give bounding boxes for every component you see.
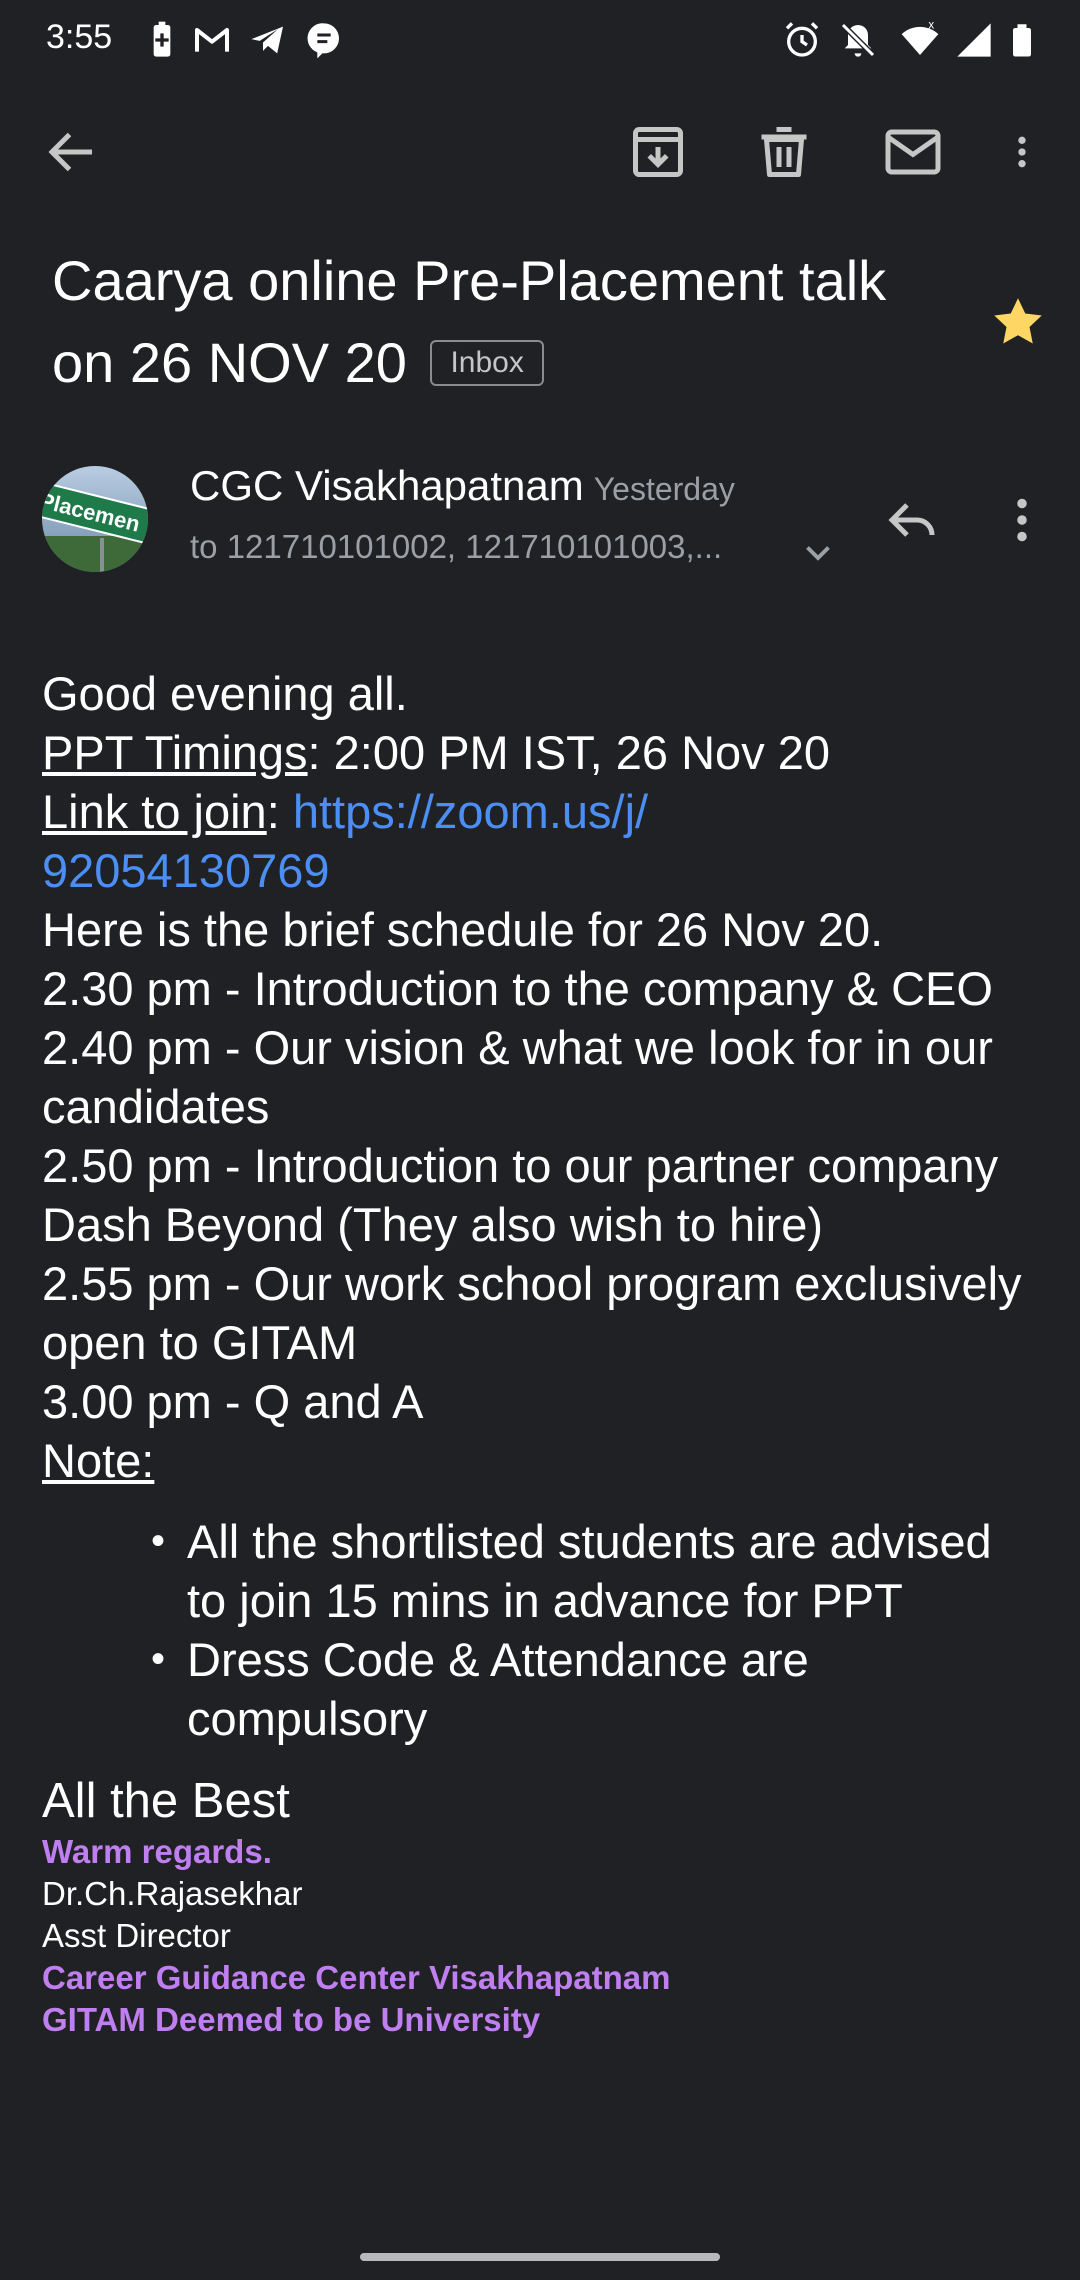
chat-bubble-icon	[307, 23, 339, 59]
sent-time: Yesterday	[593, 471, 735, 507]
notes-list: All the shortlisted students are advised…	[42, 1512, 1032, 1748]
more-vert-icon[interactable]	[1002, 122, 1042, 182]
recipients-summary[interactable]: to 121710101002, 121710101003,...	[190, 528, 722, 566]
inbox-label-chip[interactable]: Inbox	[430, 340, 544, 386]
schedule-item: 2.50 pm - Introduction to our partner co…	[42, 1139, 999, 1251]
ppt-timings-value: : 2:00 PM IST, 26 Nov 20	[307, 726, 831, 779]
note-label: Note:	[42, 1434, 155, 1487]
archive-icon[interactable]	[628, 122, 688, 182]
chevron-down-icon[interactable]	[800, 534, 836, 570]
gesture-nav-handle[interactable]	[360, 2253, 720, 2261]
sender-more-vert-icon[interactable]	[1000, 490, 1044, 550]
svg-text:x: x	[928, 20, 934, 31]
signal-icon	[957, 23, 991, 57]
join-link-sep: :	[266, 785, 293, 838]
subject-line-2-text: on 26 NOV 20	[52, 331, 407, 394]
back-arrow-icon[interactable]	[42, 122, 102, 182]
signature-regards: Warm regards.	[42, 1831, 1032, 1873]
zoom-link-part-2[interactable]: 92054130769	[42, 844, 330, 897]
mark-unread-icon[interactable]	[880, 122, 946, 182]
battery-saver-icon	[153, 21, 171, 57]
telegram-icon	[251, 26, 283, 54]
email-subject: Caarya online Pre-Placement talk on 26 N…	[52, 240, 952, 404]
schedule-item: 3.00 pm - Q and A	[42, 1375, 424, 1428]
star-icon[interactable]	[988, 292, 1048, 352]
join-link-line: Link to join: https://zoom.us/j/92054130…	[42, 782, 1032, 900]
email-body: Good evening all. PPT Timings: 2:00 PM I…	[42, 664, 1032, 2041]
zoom-link-part-1[interactable]: https://zoom.us/j/	[293, 785, 648, 838]
schedule-item: 2.40 pm - Our vision & what we look for …	[42, 1021, 993, 1133]
subject-line-2: on 26 NOV 20 Inbox	[52, 322, 952, 404]
ppt-timings-label: PPT Timings	[42, 726, 308, 779]
wifi-icon: x	[901, 20, 939, 55]
schedule-item: 2.30 pm - Introduction to the company & …	[42, 962, 993, 1015]
sender-avatar[interactable]: Placemen	[42, 466, 148, 572]
closing-line: All the Best	[42, 1774, 290, 1828]
signature-regards-text: Warm regards	[42, 1833, 263, 1870]
status-time: 3:55	[46, 18, 113, 56]
signature-title: Asst Director	[42, 1917, 231, 1954]
alarm-icon	[785, 22, 819, 57]
schedule-intro: Here is the brief schedule for 26 Nov 20…	[42, 903, 884, 956]
notifications-off-icon	[840, 22, 876, 58]
sender-name[interactable]: CGC Visakhapatnam	[190, 462, 584, 509]
reply-icon[interactable]	[882, 490, 942, 550]
sender-line[interactable]: CGC Visakhapatnam Yesterday	[190, 462, 735, 510]
note-item: All the shortlisted students are advised…	[151, 1512, 1032, 1630]
delete-icon[interactable]	[754, 122, 814, 182]
signature-org: Career Guidance Center Visakhapatnam	[42, 1959, 671, 1996]
placement-sign-avatar-image: Placemen	[42, 466, 148, 572]
note-item: Dress Code & Attendance are compulsory	[151, 1630, 1032, 1748]
schedule-item: 2.55 pm - Our work school program exclus…	[42, 1257, 1022, 1369]
gmail-icon	[195, 28, 229, 52]
greeting: Good evening all.	[42, 667, 408, 720]
ppt-timings-line: PPT Timings: 2:00 PM IST, 26 Nov 20	[42, 723, 1032, 782]
signature-name: Dr.Ch.Rajasekhar	[42, 1875, 303, 1912]
status-bar: 3:55 x	[0, 0, 1080, 80]
battery-icon	[1013, 24, 1031, 57]
signature-university: GITAM Deemed to be University	[42, 2001, 541, 2038]
join-link-label: Link to join	[42, 785, 267, 838]
signature-regards-punct: .	[262, 1833, 272, 1870]
subject-line-1: Caarya online Pre-Placement talk	[52, 249, 887, 312]
